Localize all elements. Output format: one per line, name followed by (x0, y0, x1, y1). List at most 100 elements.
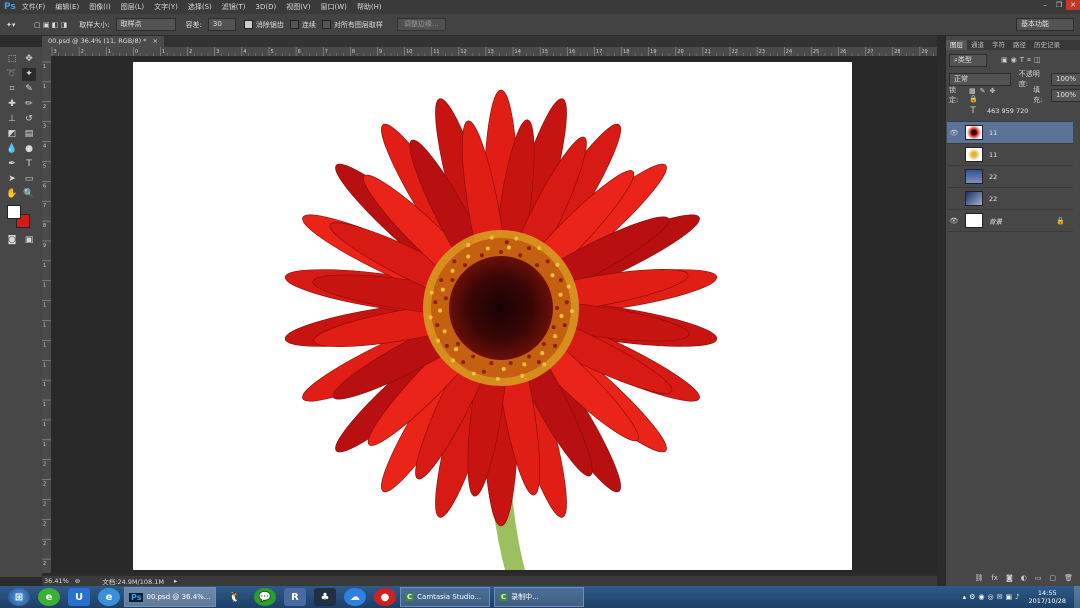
tab-layers[interactable]: 图层 (946, 40, 967, 50)
shape-tool-icon[interactable]: ▭ (22, 173, 36, 186)
browser-360-icon[interactable]: e (38, 588, 60, 606)
antialias-checkbox[interactable] (243, 20, 253, 29)
tray-icons[interactable]: ▴⚙◉◎✉▣♪ (963, 593, 1023, 601)
uc-icon[interactable]: U (68, 588, 90, 606)
eye-icon[interactable]: 👁 (947, 217, 961, 225)
hand-tool-icon[interactable]: ✋ (5, 188, 19, 201)
refine-edge-button[interactable]: 调整边缘... (396, 18, 446, 31)
tool-preset-picker[interactable]: ✦▾ (6, 21, 28, 29)
magic-wand-tool-icon[interactable]: ✦ (22, 68, 36, 81)
eyedropper-tool-icon[interactable]: ✎ (22, 83, 36, 96)
layers-panel-footer: ⛓ fx ◙ ◐ ▭ ▢ 🗑 (946, 574, 1080, 584)
healing-brush-icon[interactable]: ✚ (5, 98, 19, 111)
app-icon[interactable]: R (284, 588, 306, 606)
gradient-tool-icon[interactable]: ▤ (22, 128, 36, 141)
screen-mode-icon[interactable]: ▣ (22, 234, 36, 247)
fx-icon[interactable]: fx (991, 574, 998, 584)
layer-row[interactable]: 22 (947, 188, 1073, 210)
adjustment-layer-icon[interactable]: ◐ (1021, 574, 1027, 584)
path-selection-icon[interactable]: ➤ (5, 173, 19, 186)
menu-3d[interactable]: 3D(D) (256, 3, 277, 11)
document-tab[interactable]: 00.psd @ 36.4% (11, RGB/8) * × (42, 36, 164, 47)
dodge-tool-icon[interactable]: ● (22, 143, 36, 156)
marquee-tool-icon[interactable]: ⬚ (5, 53, 19, 66)
blur-tool-icon[interactable]: 💧 (5, 143, 19, 156)
stamen-dot (456, 341, 461, 346)
wechat-icon[interactable]: 💬 (254, 588, 276, 606)
tab-history[interactable]: 历史记录 (1030, 40, 1064, 50)
menu-select[interactable]: 选择(S) (188, 2, 212, 12)
link-layers-icon[interactable]: ⛓ (974, 574, 983, 584)
tab-character[interactable]: 字符 (988, 40, 1009, 50)
eraser-tool-icon[interactable]: ◩ (5, 128, 19, 141)
layer-row-background[interactable]: 👁 背景 🔒 (947, 210, 1073, 232)
move-tool-icon[interactable]: ✥ (22, 53, 36, 66)
clock-date[interactable]: 2017/10/28 (1029, 597, 1066, 605)
delete-layer-icon[interactable]: 🗑 (1064, 574, 1073, 584)
brush-tool-icon[interactable]: ✏ (22, 98, 36, 111)
menu-type[interactable]: 文字(Y) (154, 2, 178, 12)
filter-icons[interactable]: ▣◉T⌗◫ (1001, 56, 1044, 65)
contiguous-checkbox[interactable] (289, 20, 299, 29)
lasso-tool-icon[interactable]: ➰ (5, 68, 19, 81)
menu-image[interactable]: 图像(I) (89, 2, 111, 12)
app-game-icon[interactable]: ♣ (314, 588, 336, 606)
ruler-label: 23 (759, 49, 765, 55)
tab-channels[interactable]: 通道 (967, 40, 988, 50)
show-desktop-button[interactable] (1074, 586, 1080, 608)
start-button-icon[interactable]: ⊞ (8, 588, 30, 606)
quick-mask-icon[interactable]: ◙ (5, 234, 19, 247)
type-tool-icon[interactable]: T (22, 158, 36, 171)
ruler-label: 2 (43, 541, 46, 547)
subtract-selection-icon[interactable]: ◧ (52, 21, 59, 29)
clock-time[interactable]: 14:55 (1038, 589, 1057, 597)
layer-kind-filter[interactable]: ⌕类型 (949, 54, 987, 67)
tolerance-input[interactable]: 30 (207, 18, 236, 31)
close-button[interactable]: ✕ (1066, 0, 1080, 10)
layer-row-text[interactable]: T 463 959 720 (947, 100, 1073, 122)
taskbar-recording[interactable]: C 录制中... (494, 587, 584, 607)
sample-size-select[interactable]: 取样点 (115, 18, 176, 31)
recorder-icon[interactable]: ● (374, 588, 396, 606)
menu-window[interactable]: 窗口(W) (320, 2, 346, 12)
minimize-button[interactable]: – (1038, 0, 1052, 10)
new-selection-icon[interactable]: ▢ (34, 21, 41, 29)
pen-tool-icon[interactable]: ✒ (5, 158, 19, 171)
restore-button[interactable]: ❐ (1052, 0, 1066, 10)
crop-tool-icon[interactable]: ⌗ (5, 83, 19, 96)
history-brush-icon[interactable]: ↺ (22, 113, 36, 126)
workspace-select[interactable]: 基本功能 (1016, 18, 1074, 31)
intersect-selection-icon[interactable]: ◨ (61, 21, 68, 29)
layer-row-active[interactable]: 👁 11 (947, 122, 1073, 144)
status-info-icon[interactable]: ⊚ (75, 577, 80, 585)
layer-row[interactable]: 22 (947, 166, 1073, 188)
menu-help[interactable]: 帮助(H) (357, 2, 382, 12)
document-canvas[interactable] (133, 62, 852, 570)
menu-file[interactable]: 文件(F) (22, 2, 46, 12)
blend-mode-select[interactable]: 正常 (949, 72, 1011, 86)
close-tab-icon[interactable]: × (153, 37, 158, 45)
all-layers-checkbox[interactable] (321, 20, 331, 29)
add-mask-icon[interactable]: ◙ (1006, 574, 1013, 584)
taskbar-camtasia[interactable]: C Camtasia Studio... (400, 587, 490, 607)
zoom-tool-icon[interactable]: 🔍 (22, 188, 36, 201)
qq-icon[interactable]: 🐧 (224, 588, 246, 606)
taskbar-photoshop[interactable]: Ps 00.psd @ 36.4%... (124, 587, 216, 607)
opacity-input[interactable]: 100% (1050, 72, 1080, 86)
tab-paths[interactable]: 路径 (1009, 40, 1030, 50)
menu-filter[interactable]: 滤镜(T) (222, 2, 246, 12)
status-arrow-icon[interactable]: ▸ (174, 577, 177, 585)
zoom-level[interactable]: 36.41% (44, 577, 69, 585)
clone-stamp-icon[interactable]: ⊥ (5, 113, 19, 126)
eye-icon[interactable]: 👁 (947, 129, 961, 137)
menu-view[interactable]: 视图(V) (286, 2, 310, 12)
menu-edit[interactable]: 编辑(E) (55, 2, 79, 12)
ie-icon[interactable]: e (98, 588, 120, 606)
new-group-icon[interactable]: ▭ (1035, 574, 1042, 584)
new-layer-icon[interactable]: ▢ (1049, 574, 1056, 584)
foreground-color-swatch[interactable] (7, 205, 21, 219)
baidu-cloud-icon[interactable]: ☁ (344, 588, 366, 606)
layer-row[interactable]: 11 (947, 144, 1073, 166)
add-selection-icon[interactable]: ▣ (43, 21, 50, 29)
menu-layer[interactable]: 图层(L) (121, 2, 144, 12)
